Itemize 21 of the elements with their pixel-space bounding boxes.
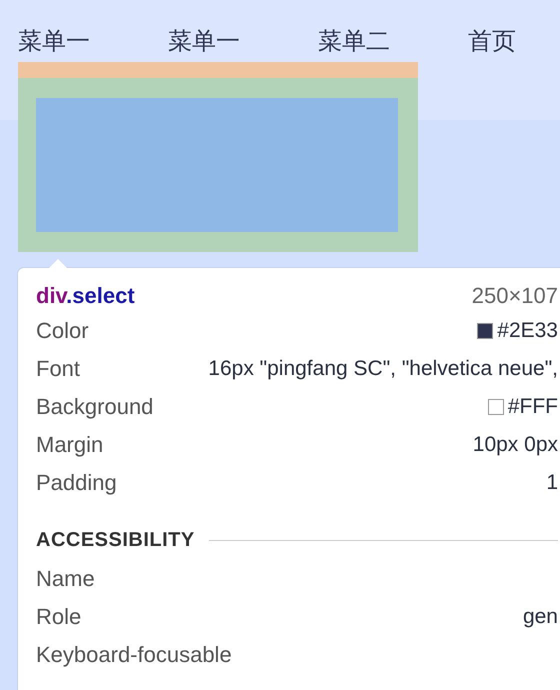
menu-item[interactable]: 首页	[468, 24, 516, 58]
property-label: Keyboard-focusable	[36, 642, 232, 668]
menu-item[interactable]: 菜单二	[318, 24, 468, 58]
property-label: Font	[36, 356, 80, 382]
property-label: Role	[36, 604, 82, 630]
property-value: gen	[522, 605, 558, 629]
property-value: #FFF	[508, 395, 558, 419]
property-label: Padding	[36, 470, 117, 496]
property-value: #2E33	[497, 319, 558, 343]
property-value: 10px 0px	[472, 433, 558, 457]
property-label: Background	[36, 394, 154, 420]
element-size: 250×107	[472, 283, 558, 309]
property-label: Name	[36, 566, 95, 592]
property-value: 1	[546, 471, 558, 495]
menu-item[interactable]: 菜单一	[18, 24, 168, 58]
property-label: Margin	[36, 432, 104, 458]
property-label: Color	[36, 318, 89, 344]
menu-item[interactable]: 菜单一	[168, 24, 318, 58]
property-value: 16px "pingfang SC", "helvetica neue",	[208, 357, 558, 381]
section-title: ACCESSIBILITY	[36, 528, 195, 552]
element-selector: div.select	[36, 283, 135, 309]
